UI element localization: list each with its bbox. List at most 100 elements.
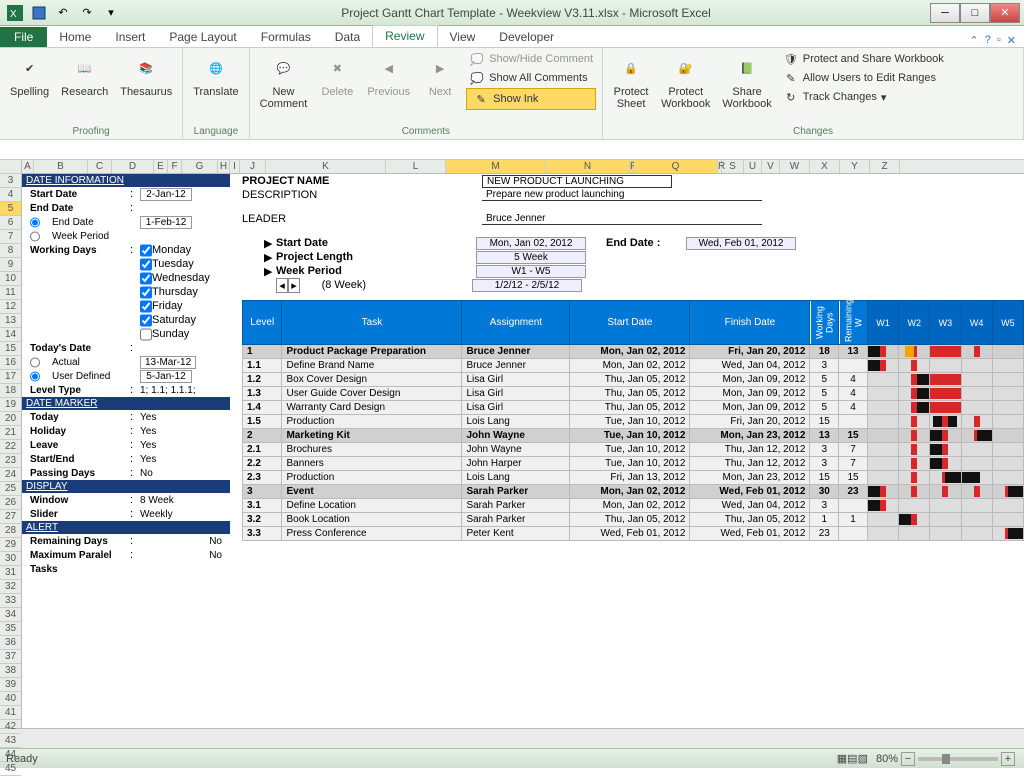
tab-review[interactable]: Review — [372, 25, 437, 47]
thesaurus-button[interactable]: 📚Thesaurus — [116, 50, 176, 100]
workbook-close-icon[interactable]: ✕ — [1007, 34, 1016, 47]
tab-file[interactable]: File — [0, 27, 47, 47]
table-row[interactable]: 1 Product Package Preparation Bruce Jenn… — [243, 345, 1024, 359]
qat-dropdown-icon[interactable]: ▾ — [100, 3, 122, 23]
day-friday-checkbox[interactable] — [140, 300, 152, 313]
next-comment-button[interactable]: ▶Next — [418, 50, 462, 100]
undo-icon[interactable]: ↶ — [52, 3, 74, 23]
section-date-marker: DATE MARKER — [22, 397, 230, 410]
row-headers[interactable]: 3456789101112131415161718192021222324252… — [0, 160, 22, 728]
table-row[interactable]: 2 Marketing Kit John Wayne Tue, Jan 10, … — [243, 429, 1024, 443]
view-pagebreak-icon[interactable]: ▧ — [858, 752, 868, 765]
status-ready: Ready — [6, 753, 38, 765]
zoom-level[interactable]: 80% — [876, 753, 898, 765]
table-row[interactable]: 1.3 User Guide Cover Design Lisa Girl Th… — [243, 387, 1024, 401]
triangle-icon: ▶ — [264, 265, 276, 278]
day-saturday-checkbox[interactable] — [140, 314, 152, 327]
view-normal-icon[interactable]: ▦ — [837, 752, 847, 765]
triangle-icon: ▶ — [264, 251, 276, 264]
protect-sheet-button[interactable]: 🔒Protect Sheet — [609, 50, 653, 112]
minimize-ribbon-icon[interactable]: ⌃ — [970, 34, 979, 47]
redo-icon[interactable]: ↷ — [76, 3, 98, 23]
column-headers[interactable]: ABCDEFGHIJKLMNPQRSUVWXYZ — [22, 160, 1024, 174]
table-row[interactable]: 2.3 Production Lois Lang Fri, Jan 13, 20… — [243, 471, 1024, 485]
table-row[interactable]: 1.4 Warranty Card Design Lisa Girl Thu, … — [243, 401, 1024, 415]
protect-share-button[interactable]: 🛡Protect and Share Workbook — [780, 50, 947, 68]
allow-edit-ranges-button[interactable]: ✎Allow Users to Edit Ranges — [780, 69, 947, 87]
research-button[interactable]: 📖Research — [57, 50, 112, 100]
table-row[interactable]: 3.3 Press Conference Peter Kent Wed, Feb… — [243, 527, 1024, 541]
view-layout-icon[interactable]: ▤ — [847, 752, 857, 765]
section-date-info: DATE INFORMATION — [22, 174, 230, 187]
zoom-slider[interactable] — [918, 757, 998, 761]
table-row[interactable]: 1.5 Production Lois Lang Tue, Jan 10, 20… — [243, 415, 1024, 429]
week-period-radio[interactable] — [30, 230, 40, 243]
save-icon[interactable] — [28, 3, 50, 23]
actual-radio[interactable] — [30, 356, 40, 369]
table-row[interactable]: 3.1 Define Location Sarah Parker Mon, Ja… — [243, 499, 1024, 513]
group-comments: 💬New Comment ✖Delete ◀Previous ▶Next 💭Sh… — [250, 48, 603, 139]
section-display: DISPLAY — [22, 480, 230, 493]
grid[interactable]: DATE INFORMATION Start Date:2-Jan-12 End… — [22, 174, 1024, 728]
end-date-input[interactable]: 1-Feb-12 — [140, 216, 192, 229]
window-title: Project Gantt Chart Template - Weekview … — [122, 6, 930, 20]
end-date-radio[interactable] — [30, 216, 40, 229]
table-row[interactable]: 3.2 Book Location Sarah Parker Thu, Jan … — [243, 513, 1024, 527]
tab-formulas[interactable]: Formulas — [249, 27, 323, 47]
start-date-input[interactable]: 2-Jan-12 — [140, 188, 192, 201]
svg-text:X: X — [10, 9, 17, 20]
gantt-table[interactable]: Level Task Assignment Start Date Finish … — [242, 300, 1024, 541]
tab-view[interactable]: View — [438, 27, 488, 47]
tab-home[interactable]: Home — [47, 27, 103, 47]
day-monday-checkbox[interactable] — [140, 244, 152, 257]
protect-workbook-button[interactable]: 🔐Protect Workbook — [657, 50, 714, 112]
group-language: 🌐Translate Language — [183, 48, 249, 139]
delete-comment-button[interactable]: ✖Delete — [315, 50, 359, 100]
day-wednesday-checkbox[interactable] — [140, 272, 152, 285]
new-comment-button[interactable]: 💬New Comment — [256, 50, 312, 112]
table-row[interactable]: 1.1 Define Brand Name Bruce Jenner Mon, … — [243, 359, 1024, 373]
track-changes-button[interactable]: ↻Track Changes ▾ — [780, 88, 947, 106]
sheet-tab-bar[interactable] — [0, 728, 1024, 748]
day-sunday-checkbox[interactable] — [140, 328, 152, 341]
quick-access-toolbar: X ↶ ↷ ▾ — [4, 3, 122, 23]
share-workbook-button[interactable]: 📗Share Workbook — [718, 50, 775, 112]
minimize-button[interactable]: ─ — [930, 3, 960, 23]
show-all-comments-button[interactable]: 💭Show All Comments — [466, 69, 596, 87]
project-header: PROJECT NAMENEW PRODUCT LAUNCHING DESCRI… — [242, 174, 1024, 292]
previous-comment-button[interactable]: ◀Previous — [363, 50, 414, 100]
excel-icon[interactable]: X — [4, 3, 26, 23]
day-thursday-checkbox[interactable] — [140, 286, 152, 299]
window-restore-icon[interactable]: ▫ — [997, 34, 1001, 47]
maximize-button[interactable]: □ — [960, 3, 990, 23]
table-row[interactable]: 1.2 Box Cover Design Lisa Girl Thu, Jan … — [243, 373, 1024, 387]
scroll-left-button[interactable]: ◂ — [276, 278, 288, 293]
scroll-right-button[interactable]: ▸ — [288, 278, 300, 293]
ribbon-tabs: File Home Insert Page Layout Formulas Da… — [0, 26, 1024, 48]
table-row[interactable]: 3 Event Sarah Parker Mon, Jan 02, 2012 W… — [243, 485, 1024, 499]
tab-insert[interactable]: Insert — [103, 27, 157, 47]
zoom-in-button[interactable]: + — [1001, 752, 1015, 766]
triangle-icon: ▶ — [264, 237, 276, 250]
tab-page-layout[interactable]: Page Layout — [157, 27, 248, 47]
table-row[interactable]: 2.1 Brochures John Wayne Tue, Jan 10, 20… — [243, 443, 1024, 457]
spelling-button[interactable]: ✔Spelling — [6, 50, 53, 100]
translate-button[interactable]: 🌐Translate — [189, 50, 242, 100]
title-bar: X ↶ ↷ ▾ Project Gantt Chart Template - W… — [0, 0, 1024, 26]
section-alert: ALERT — [22, 521, 230, 534]
day-tuesday-checkbox[interactable] — [140, 258, 152, 271]
formula-bar[interactable] — [0, 140, 1024, 160]
tab-data[interactable]: Data — [323, 27, 372, 47]
table-row[interactable]: 2.2 Banners John Harper Tue, Jan 10, 201… — [243, 457, 1024, 471]
user-defined-date-input[interactable]: 5-Jan-12 — [140, 370, 192, 383]
group-changes: 🔒Protect Sheet 🔐Protect Workbook 📗Share … — [603, 48, 1024, 139]
help-icon[interactable]: ? — [985, 34, 991, 47]
show-hide-comment-button[interactable]: 💭Show/Hide Comment — [466, 50, 596, 68]
user-defined-radio[interactable] — [30, 370, 40, 383]
project-name-cell[interactable]: NEW PRODUCT LAUNCHING — [482, 175, 672, 188]
zoom-out-button[interactable]: − — [901, 752, 915, 766]
worksheet[interactable]: 3456789101112131415161718192021222324252… — [0, 160, 1024, 728]
close-button[interactable]: ✕ — [990, 3, 1020, 23]
show-ink-button[interactable]: ✎Show Ink — [466, 88, 596, 110]
tab-developer[interactable]: Developer — [487, 27, 566, 47]
